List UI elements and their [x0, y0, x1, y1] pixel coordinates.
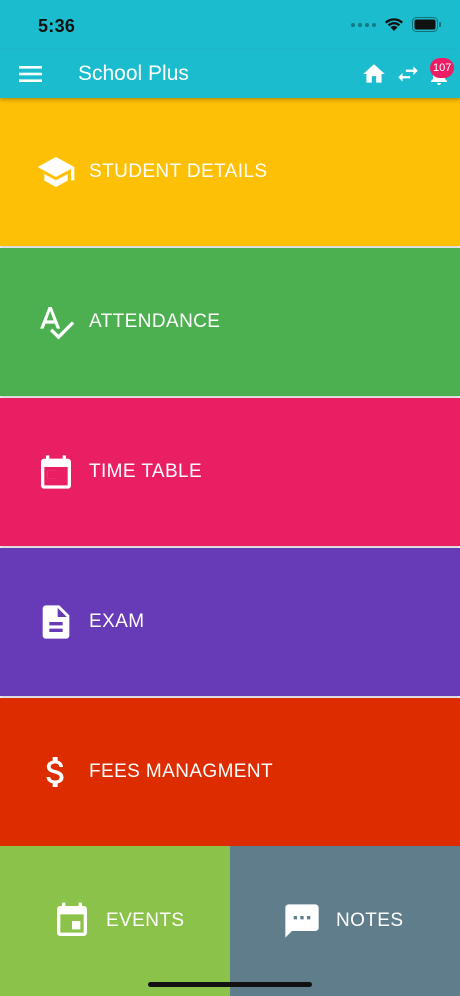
student-details-label: STUDENT DETAILS: [89, 161, 268, 182]
status-bar: 5:36: [0, 0, 460, 50]
events-label: EVENTS: [106, 910, 185, 931]
notes-tile[interactable]: NOTES: [230, 846, 460, 996]
graduation-cap-icon: [36, 152, 76, 192]
time-table-label: TIME TABLE: [89, 461, 203, 482]
wifi-icon: [385, 18, 403, 31]
app-title: School Plus: [78, 62, 189, 85]
notification-badge: 107: [430, 58, 455, 78]
document-icon: [36, 602, 76, 642]
swap-icon: [398, 66, 418, 82]
menu-button[interactable]: [18, 62, 44, 86]
calendar-icon: [36, 452, 76, 492]
dollar-icon: [36, 752, 76, 792]
spellcheck-icon: [36, 302, 76, 342]
attendance-label: ATTENDANCE: [89, 311, 221, 332]
event-icon: [52, 901, 92, 941]
home-indicator[interactable]: [148, 982, 312, 987]
status-indicators: [351, 17, 442, 32]
status-time: 5:36: [38, 16, 76, 36]
battery-icon: [412, 17, 441, 32]
events-tile[interactable]: EVENTS: [0, 846, 230, 996]
menu-icon: [19, 66, 42, 82]
comment-icon: [282, 901, 322, 941]
notes-label: NOTES: [336, 910, 404, 931]
fees-managment-label: FEES MANAGMENT: [89, 761, 274, 782]
fees-managment-tile[interactable]: FEES MANAGMENT: [0, 698, 460, 846]
app-bar: School Plus 107: [0, 50, 460, 98]
home-icon: [363, 64, 385, 83]
exam-tile[interactable]: EXAM: [0, 548, 460, 696]
signal-icon: [351, 22, 376, 27]
attendance-tile[interactable]: ATTENDANCE: [0, 248, 460, 396]
home-button[interactable]: [361, 61, 387, 87]
time-table-tile[interactable]: TIME TABLE: [0, 398, 460, 546]
exam-label: EXAM: [89, 611, 145, 632]
swap-button[interactable]: [395, 61, 421, 87]
student-details-tile[interactable]: STUDENT DETAILS: [0, 98, 460, 246]
